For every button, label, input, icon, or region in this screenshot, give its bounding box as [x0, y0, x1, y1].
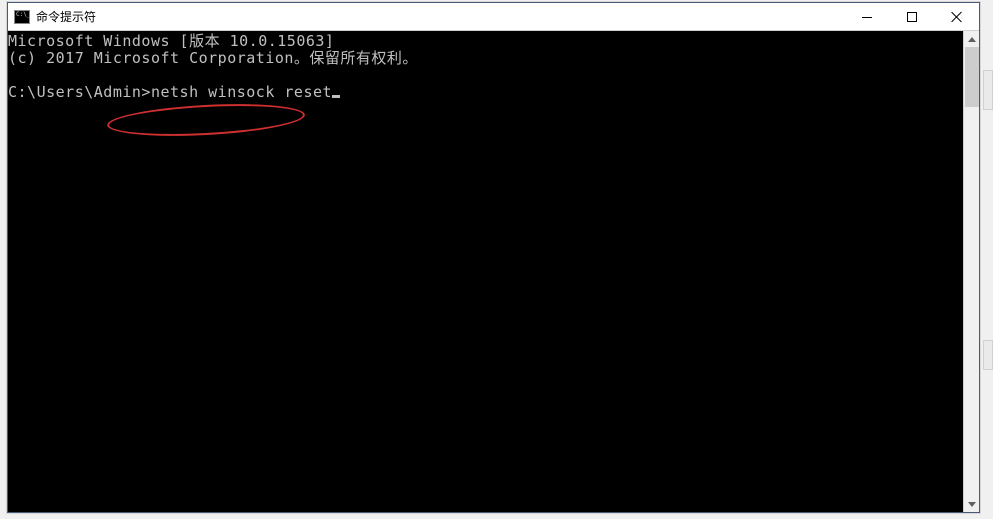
close-icon [951, 11, 963, 23]
terminal-prompt: C:\Users\Admin> [8, 83, 151, 101]
background-fragment [983, 340, 993, 370]
window-title: 命令提示符 [36, 8, 844, 25]
terminal-output-line: (c) 2017 Microsoft Corporation。保留所有权利。 [8, 49, 418, 67]
close-button[interactable] [934, 3, 979, 31]
chevron-down-icon [968, 502, 976, 507]
maximize-icon [907, 12, 917, 22]
background-fragment [983, 70, 993, 110]
scroll-thumb[interactable] [965, 47, 979, 107]
maximize-button[interactable] [889, 3, 934, 31]
scroll-up-button[interactable] [964, 31, 980, 47]
command-prompt-window: 命令提示符 Microsoft Windows [版本 10.0.15063] … [7, 2, 980, 513]
annotation-circle [106, 100, 305, 140]
terminal-output-line: Microsoft Windows [版本 10.0.15063] [8, 32, 334, 50]
terminal-prompt-line: C:\Users\Admin>netsh winsock reset [8, 83, 340, 101]
titlebar[interactable]: 命令提示符 [8, 3, 979, 31]
vertical-scrollbar[interactable] [963, 31, 979, 512]
scroll-down-button[interactable] [964, 496, 980, 512]
minimize-button[interactable] [844, 3, 889, 31]
terminal-content[interactable]: Microsoft Windows [版本 10.0.15063] (c) 20… [8, 31, 963, 512]
terminal-area: Microsoft Windows [版本 10.0.15063] (c) 20… [8, 31, 979, 512]
minimize-icon [862, 17, 872, 18]
window-controls [844, 3, 979, 30]
terminal-cursor [332, 95, 340, 98]
cmd-icon [14, 10, 30, 24]
chevron-up-icon [968, 37, 976, 42]
terminal-command: netsh winsock reset [151, 83, 332, 101]
